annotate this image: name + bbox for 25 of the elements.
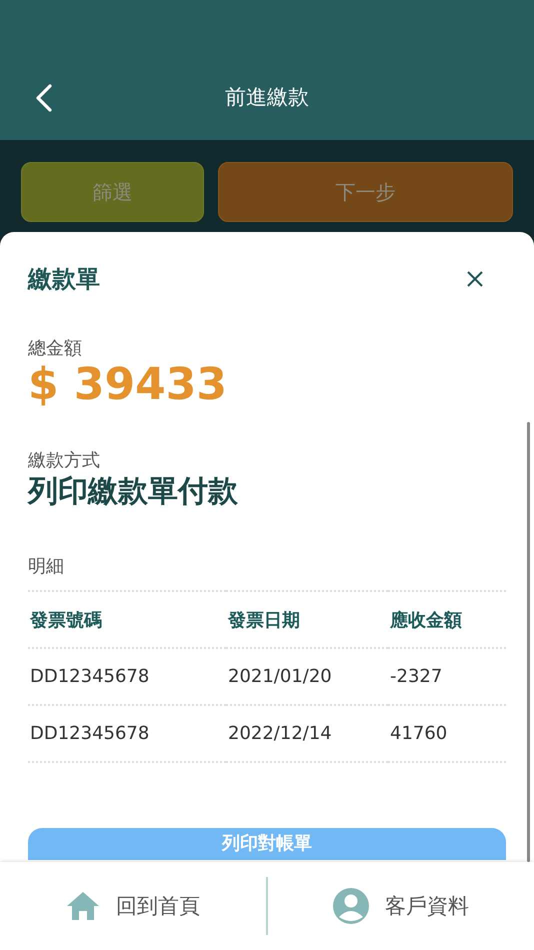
table-cell: -2327 bbox=[388, 648, 506, 705]
table-cell: DD12345678 bbox=[28, 705, 226, 762]
print-statement-button[interactable]: 列印對帳單 bbox=[28, 828, 506, 860]
details-label: 明細 bbox=[28, 555, 65, 578]
column-header: 應收金額 bbox=[388, 591, 506, 648]
customer-info-nav-item[interactable]: 客戶資料 bbox=[268, 862, 534, 950]
back-icon[interactable] bbox=[34, 84, 54, 112]
table-cell: 2021/01/20 bbox=[226, 648, 388, 705]
home-nav-item[interactable]: 回到首頁 bbox=[0, 862, 266, 950]
page-title: 前進繳款 bbox=[225, 84, 309, 111]
total-label: 總金額 bbox=[28, 337, 83, 360]
user-avatar-icon bbox=[333, 888, 369, 924]
table-cell: DD12345678 bbox=[28, 648, 226, 705]
table-cell: 41760 bbox=[388, 705, 506, 762]
home-icon bbox=[66, 891, 100, 921]
total-amount: $ 39433 bbox=[28, 360, 228, 410]
payment-method-label: 繳款方式 bbox=[28, 449, 101, 472]
close-icon[interactable] bbox=[466, 270, 484, 288]
filter-button[interactable]: 篩選 bbox=[21, 162, 204, 222]
sheet-title: 繳款單 bbox=[28, 264, 100, 295]
column-header: 發票日期 bbox=[226, 591, 388, 648]
column-header: 發票號碼 bbox=[28, 591, 226, 648]
table-cell: 2022/12/14 bbox=[226, 705, 388, 762]
next-button[interactable]: 下一步 bbox=[218, 162, 513, 222]
payment-method: 列印繳款單付款 bbox=[28, 473, 239, 511]
